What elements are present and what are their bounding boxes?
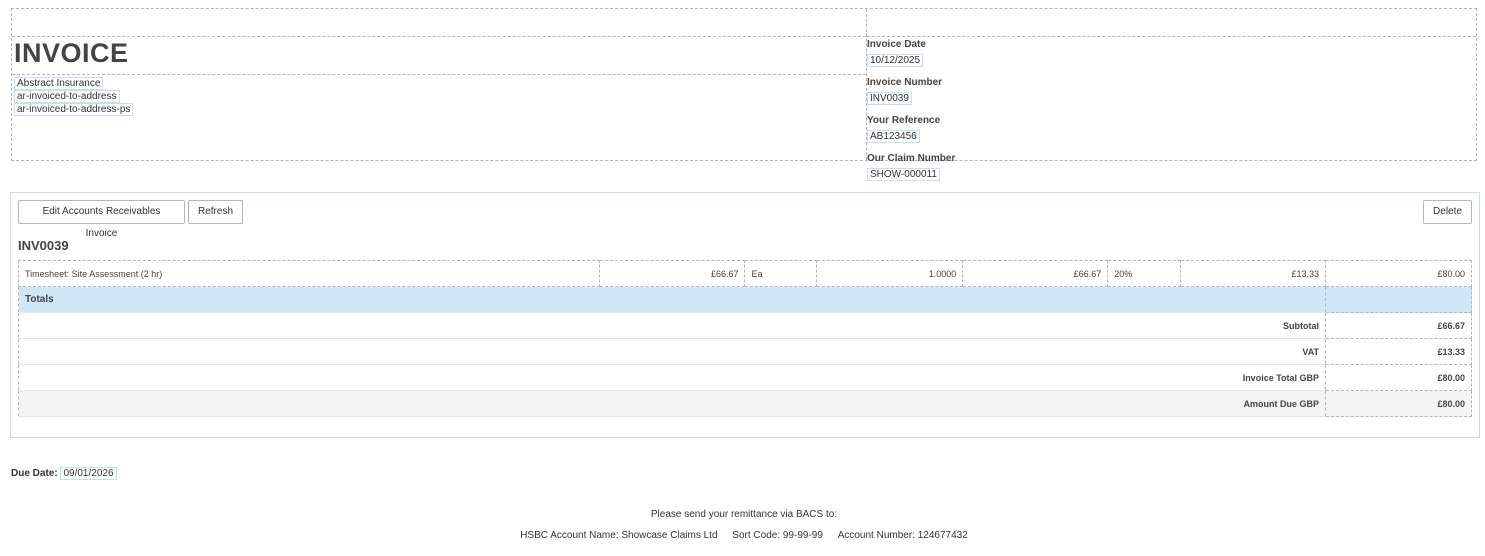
totals-header-cell: [1325, 286, 1472, 313]
refresh-button[interactable]: Refresh: [188, 200, 243, 224]
bank-details: HSBC Account Name: Showcase Claims Ltd S…: [0, 530, 1485, 541]
meta-value: INV0039: [867, 92, 912, 105]
total-label: Subtotal: [17, 312, 1327, 339]
remittance-text: Please send your remittance via BACS to:: [650, 509, 838, 520]
total-label: Invoice Total GBP: [17, 364, 1327, 391]
meta-label: Our Claim Number: [867, 153, 956, 164]
line-description: Timesheet: Site Assessment (2 hr): [18, 260, 600, 287]
meta-claim-number: Our Claim Number SHOW-000011: [867, 153, 955, 182]
invoiced-to-address: Abstract Insurance ar-invoiced-to-addres…: [14, 77, 134, 116]
invoice-total-row: Invoice Total GBP £80.00: [17, 364, 1472, 391]
meta-label: Your Reference: [867, 115, 941, 126]
line-net: £66.67: [962, 260, 1109, 287]
invoice-panel: Edit Accounts Receivables Invoice Refres…: [10, 192, 1480, 438]
amount-due-row: Amount Due GBP £80.00: [17, 390, 1472, 417]
address-line: ar-invoiced-to-address-ps: [14, 103, 134, 116]
due-date: Due Date: 09/01/2026: [11, 467, 117, 480]
invoice-meta: Invoice Date 10/12/2025 Invoice Number I…: [867, 39, 955, 191]
address-line: Abstract Insurance: [14, 77, 104, 90]
delete-button[interactable]: Delete: [1423, 200, 1472, 224]
edit-invoice-button[interactable]: Edit Accounts Receivables Invoice: [18, 200, 185, 239]
meta-label: Invoice Number: [867, 77, 943, 88]
bank-sort-code: Sort Code: 99-99-99: [732, 530, 823, 541]
totals-header-row: Totals: [17, 286, 1472, 313]
meta-your-reference: Your Reference AB123456: [867, 115, 955, 144]
line-unit: Ea: [744, 260, 818, 287]
totals-label: Totals: [17, 286, 1327, 313]
header-spacer: [867, 9, 1476, 37]
meta-invoice-date: Invoice Date 10/12/2025: [867, 39, 955, 68]
total-value: £80.00: [1325, 364, 1472, 391]
meta-value: SHOW-000011: [867, 168, 940, 181]
header-spacer: [12, 9, 866, 37]
meta-label: Invoice Date: [867, 39, 926, 50]
bank-account-name: HSBC Account Name: Showcase Claims Ltd: [520, 530, 718, 541]
due-date-value: 09/01/2026: [60, 467, 117, 480]
invoice-header: INVOICE Abstract Insurance ar-invoiced-t…: [11, 8, 1477, 181]
total-label: Amount Due GBP: [17, 390, 1327, 417]
total-value: £66.67: [1325, 312, 1472, 339]
table-row: Timesheet: Site Assessment (2 hr) £66.67…: [18, 260, 1472, 287]
meta-invoice-number: Invoice Number INV0039: [867, 77, 955, 106]
due-date-label: Due Date:: [11, 468, 58, 479]
line-vat: £13.33: [1180, 260, 1327, 287]
address-line: ar-invoiced-to-address: [14, 90, 120, 103]
bank-account-number: Account Number: 124677432: [837, 530, 968, 541]
line-vat-rate: 20%: [1107, 260, 1182, 287]
invoice-number-heading: INV0039: [18, 238, 69, 253]
meta-value: AB123456: [867, 130, 920, 143]
line-total: £80.00: [1325, 260, 1472, 287]
total-label: VAT: [17, 338, 1327, 365]
line-quantity: 1.0000: [816, 260, 964, 287]
subtotal-row: Subtotal £66.67: [17, 312, 1472, 339]
total-value: £13.33: [1325, 338, 1472, 365]
line-unit-price: £66.67: [598, 260, 746, 287]
vat-row: VAT £13.33: [17, 338, 1472, 365]
meta-value: 10/12/2025: [867, 54, 924, 67]
page-title: INVOICE: [14, 38, 129, 68]
invoice-lines-table: Timesheet: Site Assessment (2 hr) £66.67…: [17, 260, 1472, 417]
title-row: INVOICE: [12, 37, 866, 75]
total-value: £80.00: [1325, 390, 1472, 417]
